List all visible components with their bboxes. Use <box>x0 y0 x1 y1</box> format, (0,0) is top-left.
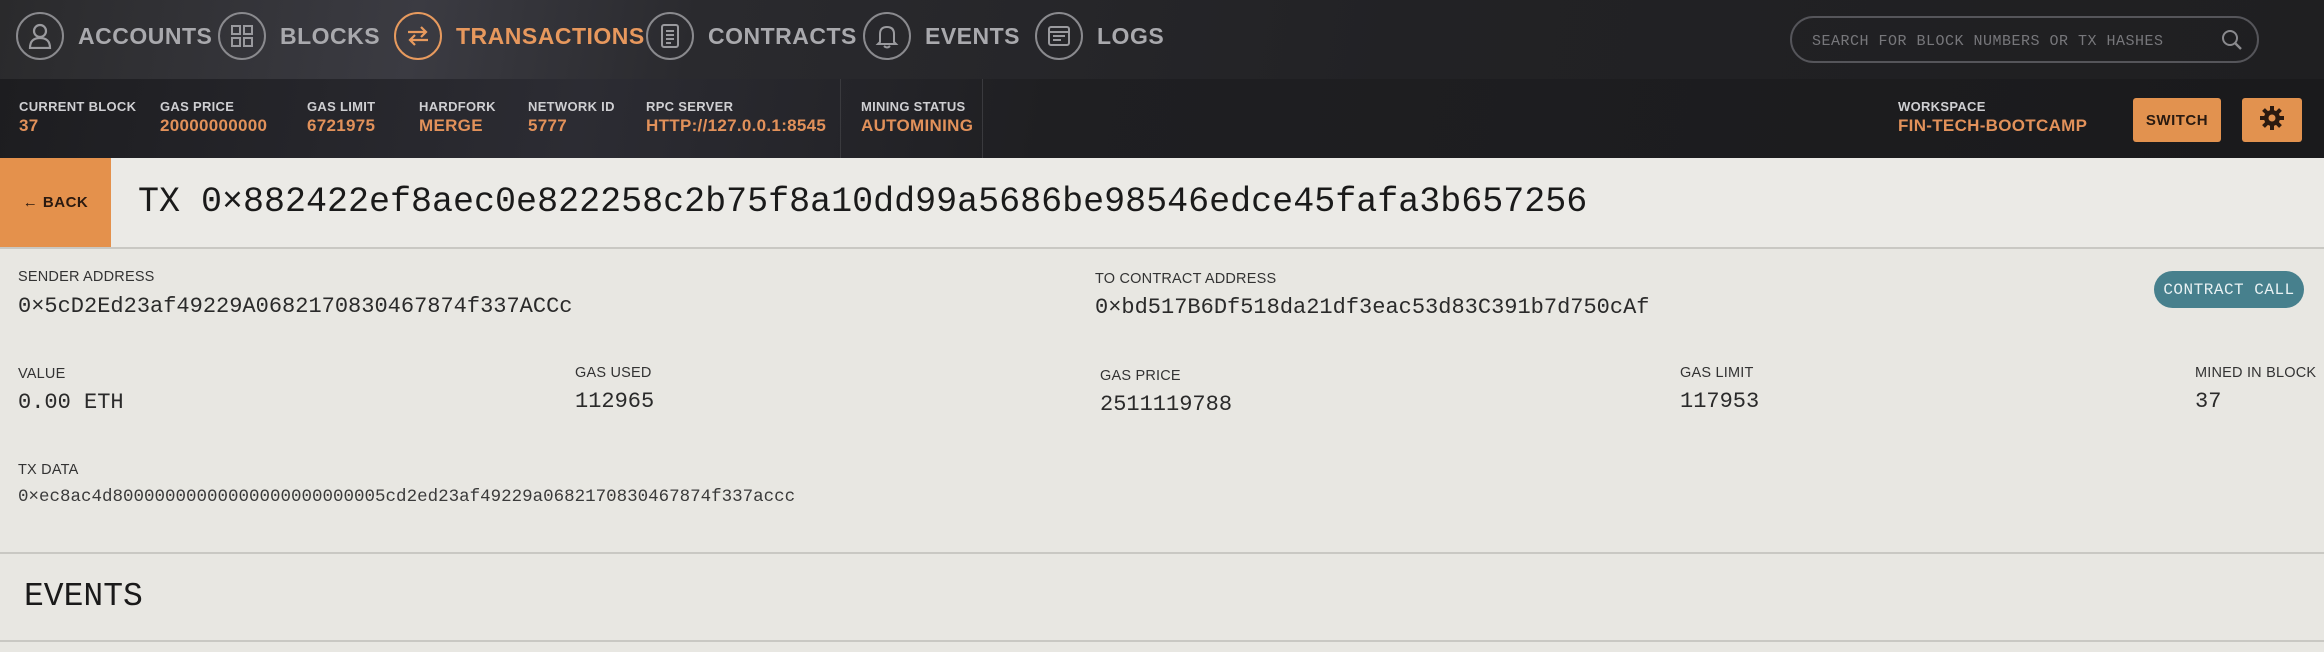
stat-gas-limit: GAS LIMIT 6721975 <box>307 99 375 136</box>
nav-logs-label: LOGS <box>1097 22 1165 49</box>
stat-network-id: NETWORK ID 5777 <box>528 99 615 136</box>
stat-workspace: WORKSPACE FIN-TECH-BOOTCAMP <box>1898 99 2087 136</box>
search-icon[interactable] <box>2221 29 2243 56</box>
stat-label: CURRENT BLOCK <box>19 99 137 114</box>
page-title: TX 0×882422ef8aec0e822258c2b75f8a10dd99a… <box>138 182 1588 222</box>
terminal-icon <box>1035 12 1083 60</box>
stat-mining-status: MINING STATUS AUTOMINING <box>861 99 973 136</box>
stat-label: GAS LIMIT <box>307 99 376 114</box>
value-label: VALUE <box>18 366 66 382</box>
nav-logs[interactable]: LOGS <box>1035 9 1164 63</box>
sender-address-value: 0×5cD2Ed23af49229A0682170830467874f337AC… <box>18 294 573 319</box>
stat-label: RPC SERVER <box>646 99 734 114</box>
nav-accounts-label: ACCOUNTS <box>78 22 213 49</box>
nav-blocks[interactable]: BLOCKS <box>218 9 380 63</box>
top-nav: ACCOUNTS BLOCKS TRANSACTIONS CONTRACTS E… <box>0 0 2324 79</box>
search-input[interactable] <box>1810 28 2214 54</box>
stat-value: 37 <box>19 116 39 135</box>
stat-hardfork: HARDFORK MERGE <box>419 99 496 136</box>
gas-limit-value: 117953 <box>1680 389 1760 414</box>
value-value: 0.00 ETH <box>18 390 124 415</box>
status-bar: CURRENT BLOCK 37 GAS PRICE 20000000000 G… <box>0 79 2324 158</box>
stat-label: GAS PRICE <box>160 99 235 114</box>
to-contract-address-value: 0×bd517B6Df518da21df3eac53d83C391b7d750c… <box>1095 295 1650 320</box>
bell-icon <box>863 12 911 60</box>
sender-address-label: SENDER ADDRESS <box>18 269 155 285</box>
tx-data-label: TX DATA <box>18 462 79 478</box>
divider <box>840 79 841 158</box>
nav-transactions[interactable]: TRANSACTIONS <box>394 9 645 63</box>
nav-contracts-label: CONTRACTS <box>708 22 857 49</box>
person-icon <box>16 12 64 60</box>
stat-value: 20000000000 <box>160 116 268 135</box>
stat-label: HARDFORK <box>419 99 496 114</box>
stat-gas-price: GAS PRICE 20000000000 <box>160 99 267 136</box>
stat-label: NETWORK ID <box>528 99 615 114</box>
stat-value: MERGE <box>419 116 483 135</box>
mined-in-block-label: MINED IN BLOCK <box>2195 365 2317 381</box>
stat-value: 5777 <box>528 116 568 135</box>
nav-events[interactable]: EVENTS <box>863 9 1020 63</box>
grid-icon <box>218 12 266 60</box>
stat-value: 6721975 <box>307 116 376 135</box>
nav-accounts[interactable]: ACCOUNTS <box>16 9 212 63</box>
gas-price-value: 2511119788 <box>1100 392 1233 417</box>
nav-transactions-label: TRANSACTIONS <box>456 22 645 49</box>
divider <box>0 552 2324 554</box>
stat-label: MINING STATUS <box>861 99 966 114</box>
gas-price-label: GAS PRICE <box>1100 368 1181 384</box>
mined-in-block-value: 37 <box>2195 389 2222 414</box>
document-icon <box>646 12 694 60</box>
switch-workspace-button[interactable]: SWITCH <box>2133 98 2221 142</box>
nav-contracts[interactable]: CONTRACTS <box>646 9 857 63</box>
divider <box>982 79 983 158</box>
nav-events-label: EVENTS <box>925 22 1021 49</box>
to-contract-address-label: TO CONTRACT ADDRESS <box>1095 271 1277 287</box>
gas-used-value: 112965 <box>575 389 655 414</box>
search-box[interactable] <box>1790 16 2259 63</box>
contract-call-badge: CONTRACT CALL <box>2154 271 2304 308</box>
back-button[interactable]: ← BACK <box>0 158 111 247</box>
stat-label: WORKSPACE <box>1898 99 1986 114</box>
stat-rpc-server: RPC SERVER HTTP://127.0.0.1:8545 <box>646 99 826 136</box>
settings-button[interactable] <box>2242 98 2302 142</box>
divider <box>0 640 2324 642</box>
gas-used-label: GAS USED <box>575 365 652 381</box>
events-section-title: EVENTS <box>24 578 143 615</box>
nav-blocks-label: BLOCKS <box>280 22 381 49</box>
gas-limit-label: GAS LIMIT <box>1680 365 1754 381</box>
gear-icon <box>2259 105 2285 136</box>
stat-value: HTTP://127.0.0.1:8545 <box>646 116 827 135</box>
tx-title-bar: ← BACK TX 0×882422ef8aec0e822258c2b75f8a… <box>0 158 2324 249</box>
stat-value: FIN-TECH-BOOTCAMP <box>1898 116 2088 135</box>
swap-arrows-icon <box>394 12 442 60</box>
stat-value: AUTOMINING <box>861 116 974 135</box>
tx-data-value: 0×ec8ac4d80000000000000000000000005cd2ed… <box>18 487 796 507</box>
stat-current-block: CURRENT BLOCK 37 <box>19 99 136 136</box>
